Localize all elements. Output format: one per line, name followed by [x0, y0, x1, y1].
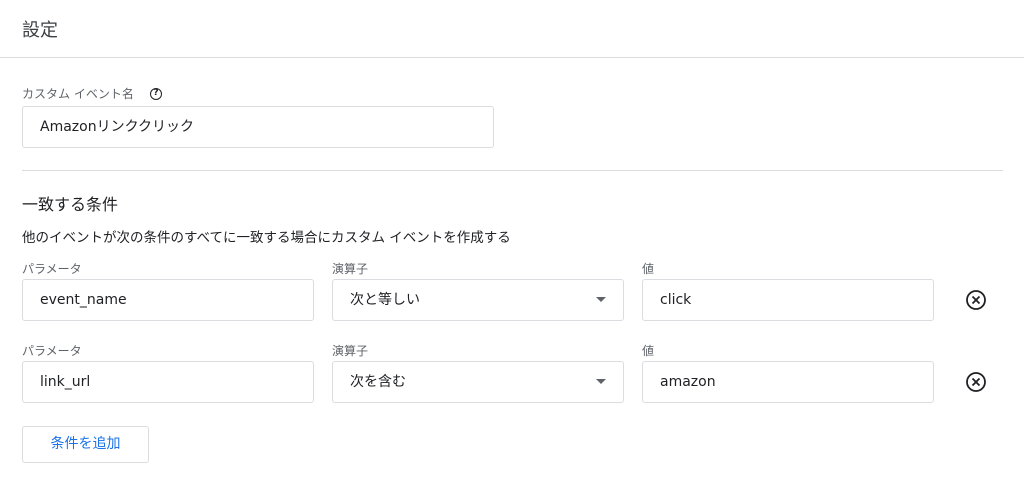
value-label: 値 [642, 262, 655, 276]
remove-circle-icon[interactable] [965, 371, 987, 393]
operator-select[interactable]: 次を含む [332, 361, 624, 403]
page-title: 設定 [22, 20, 58, 41]
add-condition-button[interactable]: 条件を追加 [22, 426, 149, 463]
conditions-description: 他のイベントが次の条件のすべてに一致する場合にカスタム イベントを作成する [22, 230, 511, 246]
value-label: 値 [642, 344, 655, 358]
dropdown-arrow-icon[interactable] [596, 379, 606, 384]
value-input[interactable]: click [642, 279, 934, 321]
operator-label: 演算子 [332, 344, 369, 358]
parameter-input[interactable]: link_url [22, 361, 314, 403]
settings-header: 設定 [0, 0, 1024, 58]
operator-selected-value: 次と等しい [350, 292, 420, 308]
event-name-input[interactable]: Amazonリンククリック [22, 106, 494, 148]
remove-circle-icon[interactable] [965, 289, 987, 311]
parameter-label: パラメータ [22, 344, 82, 358]
operator-label: 演算子 [332, 262, 369, 276]
parameter-input[interactable]: event_name [22, 279, 314, 321]
help-icon[interactable]: ? [150, 88, 162, 100]
dropdown-arrow-icon[interactable] [596, 297, 606, 302]
operator-selected-value: 次を含む [350, 374, 406, 390]
value-input[interactable]: amazon [642, 361, 934, 403]
event-name-label: カスタム イベント名 [22, 87, 134, 101]
section-divider [22, 170, 1003, 171]
parameter-label: パラメータ [22, 262, 82, 276]
operator-select[interactable]: 次と等しい [332, 279, 624, 321]
conditions-title: 一致する条件 [22, 195, 119, 214]
